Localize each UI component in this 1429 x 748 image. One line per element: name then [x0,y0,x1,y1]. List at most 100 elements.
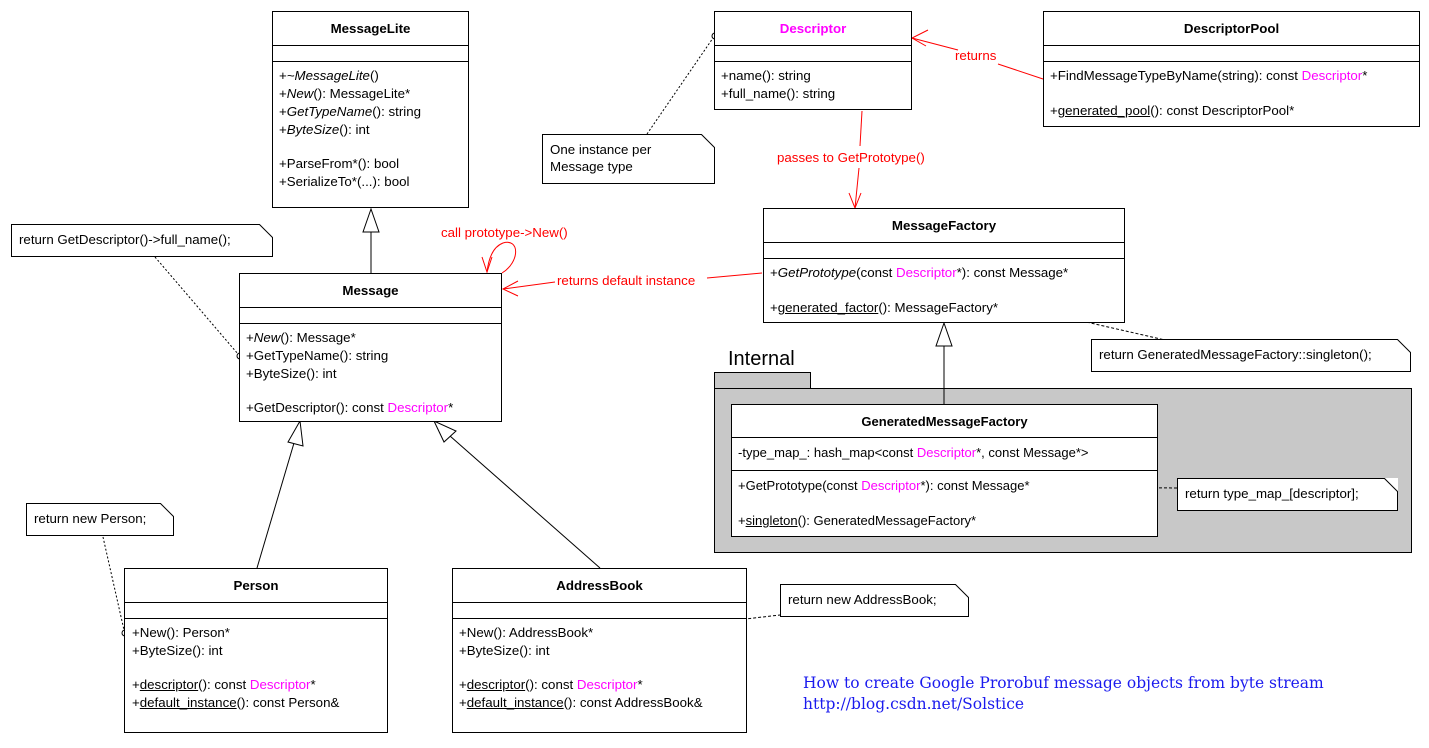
operation: +New(): Person* [132,625,230,640]
class-name: MessageLite [273,12,468,46]
attributes-section [125,603,387,619]
class-messagelite[interactable]: MessageLite +~MessageLite() +New(): Mess… [272,11,469,208]
class-name: Person [125,569,387,603]
operation: +ByteSize(): int [279,122,370,137]
returns-default-line-1 [706,272,763,279]
operation: +singleton(): GeneratedMessageFactory* [738,513,977,528]
operation: +GetTypeName(): string [246,348,389,363]
caption: How to create Google Prorobuf message ob… [803,673,1324,715]
returns-default-line-2 [502,281,556,290]
inherit-arrow-messagefactory [935,321,953,347]
operation: +GetPrototype(const Descriptor*): const … [770,265,1069,280]
attributes-section [453,603,746,619]
operations-section: +New(): Message* +GetTypeName(): string … [240,324,501,417]
operation: +~MessageLite() [279,68,379,83]
operation: +New(): MessageLite* [279,86,411,101]
passes-to-arrowhead [848,192,862,210]
class-name: AddressBook [453,569,746,603]
class-name: DescriptorPool [1044,12,1419,46]
self-call-arc [486,241,517,274]
caption-url[interactable]: http://blog.csdn.net/Solstice [803,694,1324,715]
note-type-map: return type_map_[descriptor]; [1177,478,1398,511]
label-call-prototype-new: call prototype->New() [441,225,568,240]
operations-section: +GetPrototype(const Descriptor*): const … [732,471,1157,530]
note-fold-icon [955,584,969,598]
class-name: Descriptor [715,12,911,46]
class-name: MessageFactory [764,209,1124,243]
note-full-name: return GetDescriptor()->full_name(); [11,224,273,257]
package-name: Internal [728,348,795,370]
passes-to-line-1 [859,110,863,147]
returns-arrow [997,63,1044,80]
operation: +generated_factor(): MessageFactory* [770,300,999,315]
class-person[interactable]: Person +New(): Person* +ByteSize(): int … [124,568,388,733]
operation: +GetPrototype(const Descriptor*): const … [738,478,1030,493]
operation: +default_instance(): const Person& [132,695,340,710]
operations-section: +~MessageLite() +New(): MessageLite* +Ge… [273,62,468,191]
note-fold-icon [259,224,273,238]
inherit-arrow-addressbook [432,419,457,443]
operation: +SerializeTo*(...): bool [279,174,410,189]
class-generatedmessagefactory[interactable]: GeneratedMessageFactory -type_map_: hash… [731,404,1158,537]
operation: +default_instance(): const AddressBook& [459,695,703,710]
caption-title: How to create Google Prorobuf message ob… [803,674,1324,692]
inherit-line-person [256,442,295,569]
attribute: -type_map_: hash_map<const Descriptor*, … [738,445,1089,460]
operation: +ByteSize(): int [459,643,550,658]
operations-section: +GetPrototype(const Descriptor*): const … [764,259,1124,317]
attributes-section [273,46,468,62]
operation: +name(): string [721,68,811,83]
operations-section: +New(): Person* +ByteSize(): int +descri… [125,619,387,712]
self-call-arrowhead [481,256,493,274]
attributes-section [764,243,1124,259]
note-fold-icon [1384,478,1398,492]
class-descriptorpool[interactable]: DescriptorPool +FindMessageTypeByName(st… [1043,11,1420,127]
operation: +New(): Message* [246,330,356,345]
attributes-section [240,308,501,324]
class-name: GeneratedMessageFactory [732,405,1157,438]
operation: +descriptor(): const Descriptor* [132,677,316,692]
note-one-instance: One instance per Message type [542,134,715,184]
inherit-arrow-messagelite [362,207,380,233]
class-addressbook[interactable]: AddressBook +New(): AddressBook* +ByteSi… [452,568,747,733]
note-fold-icon [701,134,715,148]
returns-arrowhead [910,29,929,47]
label-passes-to-getprototype: passes to GetPrototype() [777,150,925,165]
note-link-new-person [102,536,125,631]
attributes-section: -type_map_: hash_map<const Descriptor*, … [732,438,1157,471]
operation: +descriptor(): const Descriptor* [459,677,643,692]
class-message[interactable]: Message +New(): Message* +GetTypeName():… [239,273,502,422]
returns-default-arrowhead [501,280,519,297]
operations-section: +name(): string +full_name(): string [715,62,911,103]
class-descriptor[interactable]: Descriptor +name(): string +full_name():… [714,11,912,110]
inherit-line-addressbook [449,435,601,569]
package-tab [714,372,811,389]
returns-arrow-2 [911,37,959,51]
operation: +FindMessageTypeByName(string): const De… [1050,68,1368,83]
attributes-section [1044,46,1419,62]
note-fold-icon [160,503,174,517]
class-name: Message [240,274,501,308]
label-returns-default-instance: returns default instance [557,273,696,288]
note-singleton: return GeneratedMessageFactory::singleto… [1091,339,1411,372]
label-returns: returns [955,48,997,63]
operation: +ByteSize(): int [246,366,337,381]
inherit-arrow-person [287,419,304,447]
operation: +full_name(): string [721,86,836,101]
operation: +ParseFrom*(): bool [279,156,400,171]
operation: +GetTypeName(): string [279,104,422,119]
class-messagefactory[interactable]: MessageFactory +GetPrototype(const Descr… [763,208,1125,323]
operations-section: +FindMessageTypeByName(string): const De… [1044,62,1419,120]
operation: +ByteSize(): int [132,643,223,658]
note-fold-icon [1397,339,1411,353]
passes-to-line-2 [854,167,860,209]
operation: +GetDescriptor(): const Descriptor* [246,400,454,415]
note-new-addressbook: return new AddressBook; [780,584,969,617]
operation: +generated_pool(): const DescriptorPool* [1050,103,1295,118]
note-link-full-name [154,256,239,355]
attributes-section [715,46,911,62]
operation: +New(): AddressBook* [459,625,594,640]
operations-section: +New(): AddressBook* +ByteSize(): int +d… [453,619,746,712]
note-link-one-instance [646,37,714,135]
note-new-person: return new Person; [26,503,174,536]
